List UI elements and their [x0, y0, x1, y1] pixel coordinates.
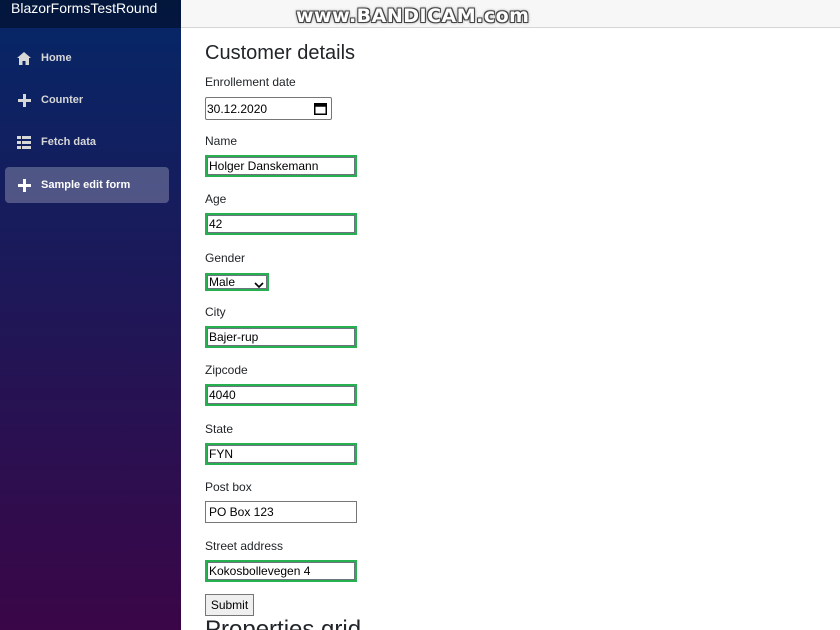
submit-button[interactable]: Submit	[205, 594, 254, 616]
page-title: Customer details	[205, 42, 356, 64]
gender-label: Gender	[205, 251, 246, 265]
app-window: BlazorFormsTestRound Home Counter Fetch …	[0, 0, 840, 630]
list-icon	[16, 134, 32, 150]
sidebar-item-home[interactable]: Home	[5, 40, 169, 76]
plus-icon	[16, 177, 32, 193]
enrollment-date-input[interactable]: 30.12.2020	[205, 97, 332, 120]
name-label: Name	[205, 134, 238, 148]
state-label: State	[205, 422, 234, 436]
sidebar: BlazorFormsTestRound Home Counter Fetch …	[0, 0, 181, 630]
city-label: City	[205, 305, 226, 319]
gender-select[interactable]: Male	[205, 273, 269, 291]
sidebar-item-label: Fetch data	[41, 136, 97, 148]
enrollment-date-value: 30.12.2020	[207, 101, 268, 116]
sidebar-item-sample-edit-form[interactable]: Sample edit form	[5, 167, 169, 203]
plus-icon	[16, 92, 32, 108]
enrollment-date-label: Enrollement date	[205, 75, 296, 89]
sidebar-item-label: Counter	[41, 94, 84, 106]
age-label: Age	[205, 192, 227, 206]
chevron-down-icon	[254, 278, 264, 292]
name-input[interactable]	[205, 155, 357, 177]
zipcode-label: Zipcode	[205, 363, 248, 377]
street-address-input[interactable]	[205, 560, 357, 582]
state-input[interactable]	[205, 443, 357, 465]
home-icon	[16, 50, 32, 66]
sidebar-item-label: Sample edit form	[41, 179, 131, 191]
recorder-watermark: www.BANDICAM.com	[296, 5, 530, 27]
sidebar-item-fetch-data[interactable]: Fetch data	[5, 124, 169, 160]
street-address-label: Street address	[205, 539, 284, 553]
brand-bar: BlazorFormsTestRound	[0, 0, 181, 28]
zipcode-input[interactable]	[205, 384, 357, 406]
post-box-input[interactable]	[205, 501, 357, 523]
post-box-label: Post box	[205, 480, 252, 494]
sidebar-item-label: Home	[41, 52, 72, 64]
calendar-icon[interactable]	[314, 102, 327, 118]
app-brand[interactable]: BlazorFormsTestRound	[11, 0, 157, 17]
age-input[interactable]	[205, 213, 357, 235]
city-input[interactable]	[205, 326, 357, 348]
gender-selected-value: Male	[209, 275, 236, 289]
sidebar-item-counter[interactable]: Counter	[5, 82, 169, 118]
properties-grid-title: Properties grid	[205, 616, 362, 630]
